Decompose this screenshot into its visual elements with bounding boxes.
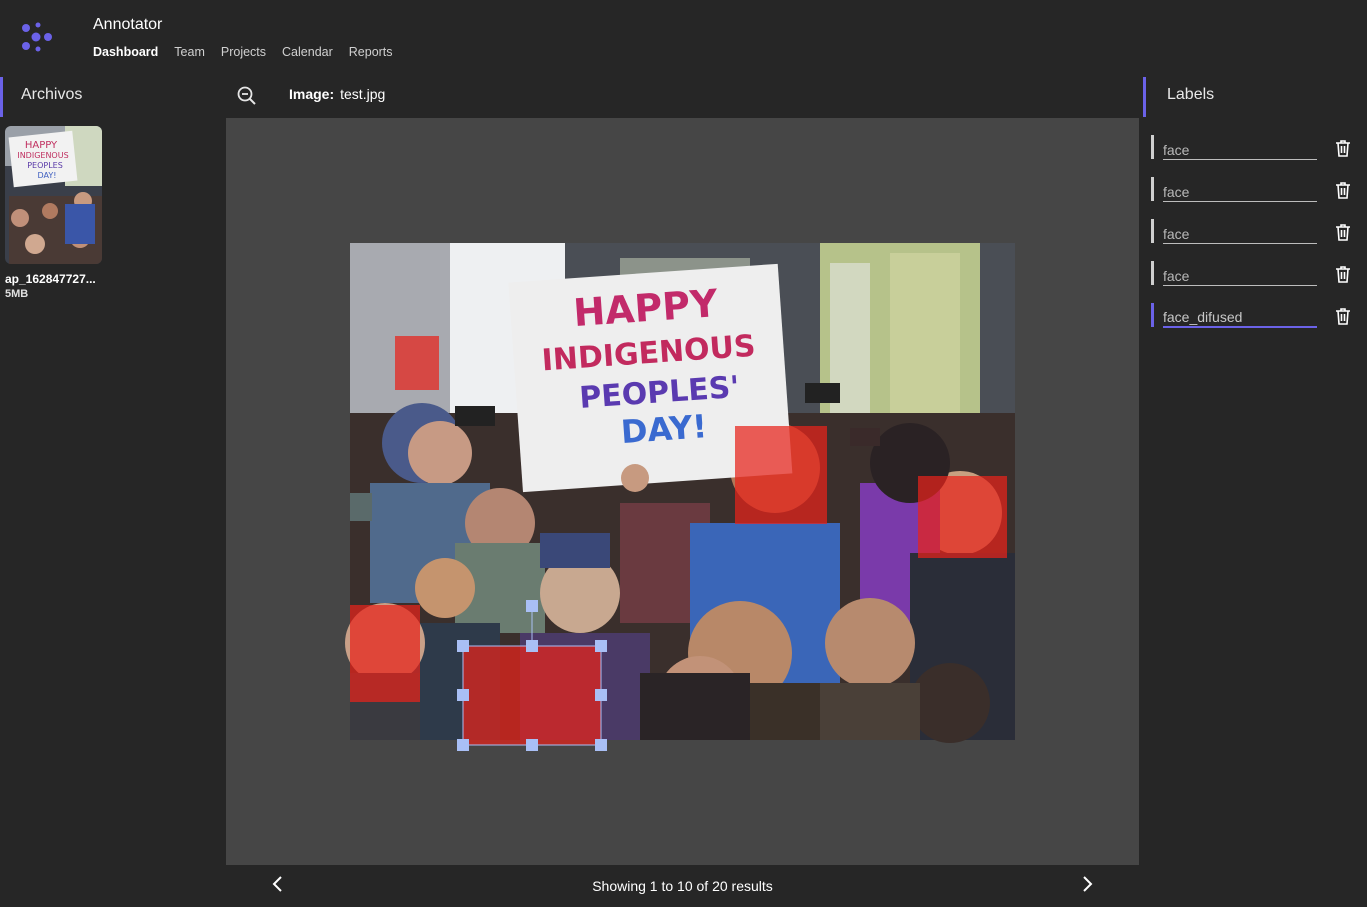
annotation-box[interactable] [350, 605, 420, 702]
image-name: test.jpg [340, 86, 386, 102]
file-card[interactable]: HAPPY INDIGENOUS PEOPLES DAY! ap_1628477… [5, 126, 105, 300]
image-name-label: Image: test.jpg [289, 86, 385, 102]
pagination-bar: Showing 1 to 10 of 20 results [226, 865, 1139, 907]
svg-text:PEOPLES: PEOPLES [27, 161, 63, 170]
labels-header: Labels [1143, 77, 1367, 117]
image-viewer: Image: test.jpg HAPPY INDIGENOUS PEOPLES… [226, 77, 1139, 907]
label-row-active [1151, 303, 1361, 329]
trash-icon[interactable] [1335, 223, 1351, 241]
main-nav: Dashboard Team Projects Calendar Reports [93, 45, 409, 59]
svg-text:DAY!: DAY! [38, 171, 57, 180]
label-input[interactable] [1163, 303, 1317, 328]
rotate-handle[interactable] [526, 600, 538, 612]
annotation-box[interactable] [395, 336, 439, 390]
label-input[interactable] [1163, 261, 1317, 286]
files-heading: Archivos [21, 86, 83, 103]
label-input[interactable] [1163, 219, 1317, 244]
zoom-out-icon[interactable] [236, 85, 258, 107]
nav-projects[interactable]: Projects [221, 45, 266, 59]
next-page-icon[interactable] [1078, 875, 1096, 893]
resize-handle[interactable] [595, 739, 607, 751]
resize-handle[interactable] [595, 689, 607, 701]
resize-handle[interactable] [457, 739, 469, 751]
trash-icon[interactable] [1335, 139, 1351, 157]
label-row [1151, 261, 1361, 287]
label-color-bar [1151, 177, 1154, 201]
nav-dashboard[interactable]: Dashboard [93, 45, 158, 59]
top-header: Annotator Dashboard Team Projects Calend… [0, 0, 1367, 77]
label-color-bar [1151, 219, 1154, 243]
files-sidebar: Archivos HAPPY INDIGENOUS PEOPLES DAY! a… [0, 77, 226, 907]
resize-handle[interactable] [526, 640, 538, 652]
app-logo-icon[interactable] [20, 21, 54, 53]
labels-sidebar: Labels [1139, 77, 1367, 907]
file-thumbnail[interactable]: HAPPY INDIGENOUS PEOPLES DAY! [5, 126, 102, 264]
label-color-bar [1151, 135, 1154, 159]
app-title: Annotator [93, 16, 163, 33]
annotation-canvas[interactable]: HAPPY INDIGENOUS PEOPLES' DAY! [345, 243, 1015, 751]
label-color-bar [1151, 303, 1154, 327]
file-name: ap_162847727... [5, 272, 96, 286]
nav-reports[interactable]: Reports [349, 45, 393, 59]
resize-handle[interactable] [526, 739, 538, 751]
label-row [1151, 219, 1361, 245]
label-color-bar [1151, 261, 1154, 285]
file-size: 5MB [5, 288, 29, 300]
trash-icon[interactable] [1335, 181, 1351, 199]
label-input[interactable] [1163, 135, 1317, 160]
resize-handle[interactable] [457, 689, 469, 701]
trash-icon[interactable] [1335, 265, 1351, 283]
sign-line-4: DAY! [620, 407, 708, 451]
viewer-toolbar: Image: test.jpg [226, 77, 1139, 118]
svg-text:HAPPY: HAPPY [25, 140, 58, 151]
resize-handle[interactable] [457, 640, 469, 652]
nav-team[interactable]: Team [174, 45, 205, 59]
annotation-box[interactable] [918, 476, 1007, 558]
trash-icon[interactable] [1335, 307, 1351, 325]
photo: HAPPY INDIGENOUS PEOPLES' DAY! [345, 243, 1015, 743]
label-row [1151, 177, 1361, 203]
files-header: Archivos [0, 77, 226, 117]
svg-text:INDIGENOUS: INDIGENOUS [17, 151, 68, 160]
pagination-text: Showing 1 to 10 of 20 results [592, 878, 773, 894]
image-prefix: Image: [289, 86, 335, 102]
nav-calendar[interactable]: Calendar [282, 45, 333, 59]
resize-handle[interactable] [595, 640, 607, 652]
labels-heading: Labels [1167, 86, 1215, 103]
annotation-box[interactable] [735, 426, 827, 524]
label-input[interactable] [1163, 177, 1317, 202]
label-row [1151, 135, 1361, 161]
